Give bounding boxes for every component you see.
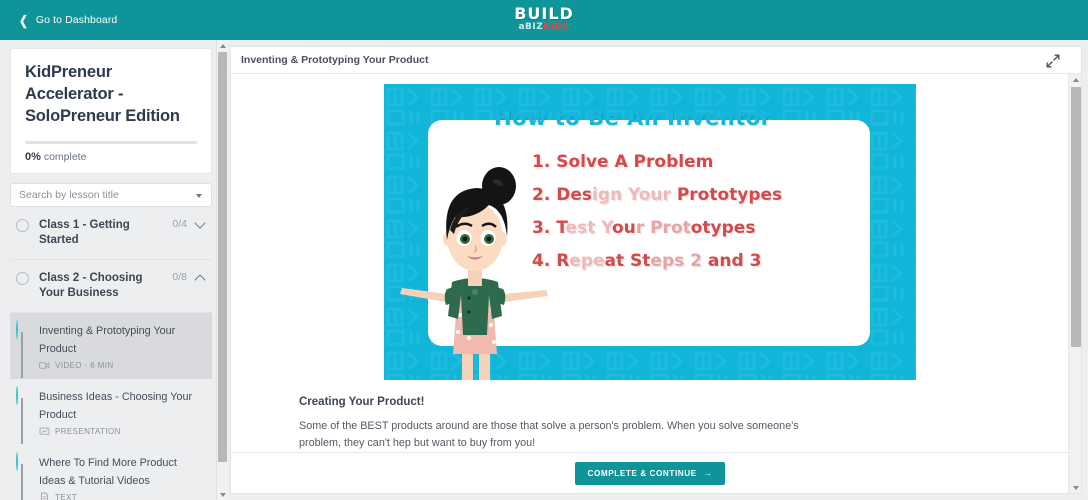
scroll-up-arrow-icon[interactable]: [1069, 74, 1081, 86]
lesson-status-circle-icon: [16, 452, 18, 471]
sidebar-section-class-1[interactable]: Class 1 - Getting Started 0/4: [10, 207, 212, 260]
lesson-content-panel: Inventing & Prototyping Your Product How…: [230, 46, 1082, 494]
lesson-title: Where To Find More Product Ideas & Tutor…: [39, 457, 177, 487]
logo-sub-text: aBIZKIDS: [518, 22, 569, 32]
inventor-character-illustration: [400, 167, 548, 380]
logo-main-text: BUILD: [514, 4, 574, 23]
lesson-body: Where To Find More Product Ideas & Tutor…: [39, 453, 204, 500]
logo-kids-text: KIDS: [543, 22, 570, 32]
lesson-title: Business Ideas - Choosing Your Product: [39, 391, 193, 421]
expand-fullscreen-icon[interactable]: [1045, 53, 1061, 69]
progress-bar: [25, 141, 197, 144]
video-slide-heading: How to Be An Inventor: [494, 106, 772, 130]
go-to-dashboard-label: Go to Dashboard: [35, 14, 118, 26]
brand-logo: BUILD aBIZKIDS: [0, 4, 1088, 33]
scroll-down-arrow-icon[interactable]: [1069, 482, 1081, 493]
lesson-scroll-region: How to Be An Inventor 1. Solve A Problem…: [231, 74, 1069, 467]
go-to-dashboard-link[interactable]: ❮ Go to Dashboard: [18, 14, 117, 27]
sidebar-section-class-2[interactable]: Class 2 - Choosing Your Business 0/8: [10, 260, 212, 313]
chevron-down-icon: [196, 194, 202, 198]
content-header-title: Inventing & Prototyping Your Product: [241, 54, 429, 66]
lesson-body: Inventing & Prototyping Your Product VID…: [39, 321, 204, 371]
lesson-type: VIDEO · 6 MIN: [55, 361, 114, 370]
lesson-meta: TEXT: [39, 492, 204, 500]
section-status-circle-icon: [16, 272, 29, 285]
video-step-1: 1. Solve A Problem: [532, 152, 714, 172]
lesson-text-block: Creating Your Product! Some of the BEST …: [231, 380, 1069, 452]
lesson-marker: [16, 452, 29, 500]
lesson-item-inventing-prototyping[interactable]: Inventing & Prototyping Your Product VID…: [10, 313, 212, 379]
lesson-list: Inventing & Prototyping Your Product VID…: [10, 313, 212, 500]
search-lesson-select[interactable]: Search by lesson title: [10, 183, 212, 207]
lesson-connector-line: [21, 464, 23, 500]
course-title: KidPreneur Accelerator - SoloPreneur Edi…: [25, 63, 180, 125]
section-label: Class 2 - Choosing Your Business: [39, 272, 143, 299]
progress-label: complete: [43, 151, 87, 163]
lesson-body-paragraph: Some of the BEST products around are tho…: [299, 420, 799, 449]
arrow-right-icon: →: [703, 468, 713, 478]
lesson-connector-line: [21, 398, 23, 444]
lesson-item-where-to-find-product-ideas[interactable]: Where To Find More Product Ideas & Tutor…: [10, 445, 212, 500]
progress-percent: 0%: [25, 151, 41, 163]
lesson-body-heading: Creating Your Product!: [299, 396, 425, 408]
lesson-type: TEXT: [55, 493, 78, 500]
progress-text: 0% complete: [25, 151, 197, 163]
complete-and-continue-label: COMPLETE & CONTINUE: [587, 468, 697, 478]
search-lesson-placeholder: Search by lesson title: [19, 189, 119, 201]
scroll-up-arrow-icon[interactable]: [217, 40, 228, 51]
complete-and-continue-button[interactable]: COMPLETE & CONTINUE →: [574, 461, 726, 485]
section-status-circle-icon: [16, 219, 29, 232]
page-body: KidPreneur Accelerator - SoloPreneur Edi…: [0, 40, 1088, 500]
sidebar-scrollbar-thumb[interactable]: [218, 52, 227, 462]
lesson-item-business-ideas-choosing[interactable]: Business Ideas - Choosing Your Product P…: [10, 379, 212, 445]
section-count: 0/4: [172, 218, 187, 230]
lesson-marker: [16, 320, 29, 378]
chevron-up-icon: [194, 274, 206, 286]
content-header: Inventing & Prototyping Your Product: [231, 47, 1081, 74]
lesson-title: Inventing & Prototyping Your Product: [39, 325, 176, 355]
lesson-connector-line: [21, 332, 23, 378]
video-slide-steps: 1. Solve A Problem 2. Design Your Protot…: [532, 146, 832, 278]
video-step-2: 2. Design Your Prototypes: [532, 185, 783, 205]
lesson-type: PRESENTATION: [55, 427, 121, 436]
scroll-down-arrow-icon[interactable]: [217, 489, 228, 500]
course-sidebar: KidPreneur Accelerator - SoloPreneur Edi…: [6, 40, 216, 500]
lesson-status-circle-icon: [16, 320, 18, 339]
chevron-left-icon: ❮: [19, 12, 28, 28]
logo-abiz-text: aBIZ: [518, 22, 544, 32]
lesson-body: Business Ideas - Choosing Your Product P…: [39, 387, 204, 437]
lesson-meta: VIDEO · 6 MIN: [39, 360, 204, 371]
top-bar: ❮ Go to Dashboard BUILD aBIZKIDS: [0, 0, 1088, 40]
presentation-icon: [39, 427, 50, 435]
lesson-footer: COMPLETE & CONTINUE →: [231, 452, 1069, 493]
video-step-3: 3. Test Your Prototypes: [532, 218, 756, 238]
lesson-video-player[interactable]: How to Be An Inventor 1. Solve A Problem…: [384, 84, 916, 380]
text-icon: [40, 492, 49, 500]
section-count: 0/8: [172, 271, 187, 283]
lesson-meta: PRESENTATION: [39, 426, 204, 437]
sidebar-scrollbar[interactable]: [216, 40, 228, 500]
section-label: Class 1 - Getting Started: [39, 219, 130, 246]
lesson-marker: [16, 386, 29, 444]
content-scrollbar[interactable]: [1068, 74, 1081, 493]
video-icon: [39, 362, 50, 369]
chevron-down-icon: [194, 217, 206, 229]
content-scrollbar-thumb[interactable]: [1071, 87, 1081, 347]
video-step-4: 4. Repeat Steps 2 and 3: [532, 251, 762, 271]
lesson-status-circle-icon: [16, 386, 18, 405]
course-summary-card: KidPreneur Accelerator - SoloPreneur Edi…: [10, 48, 212, 174]
